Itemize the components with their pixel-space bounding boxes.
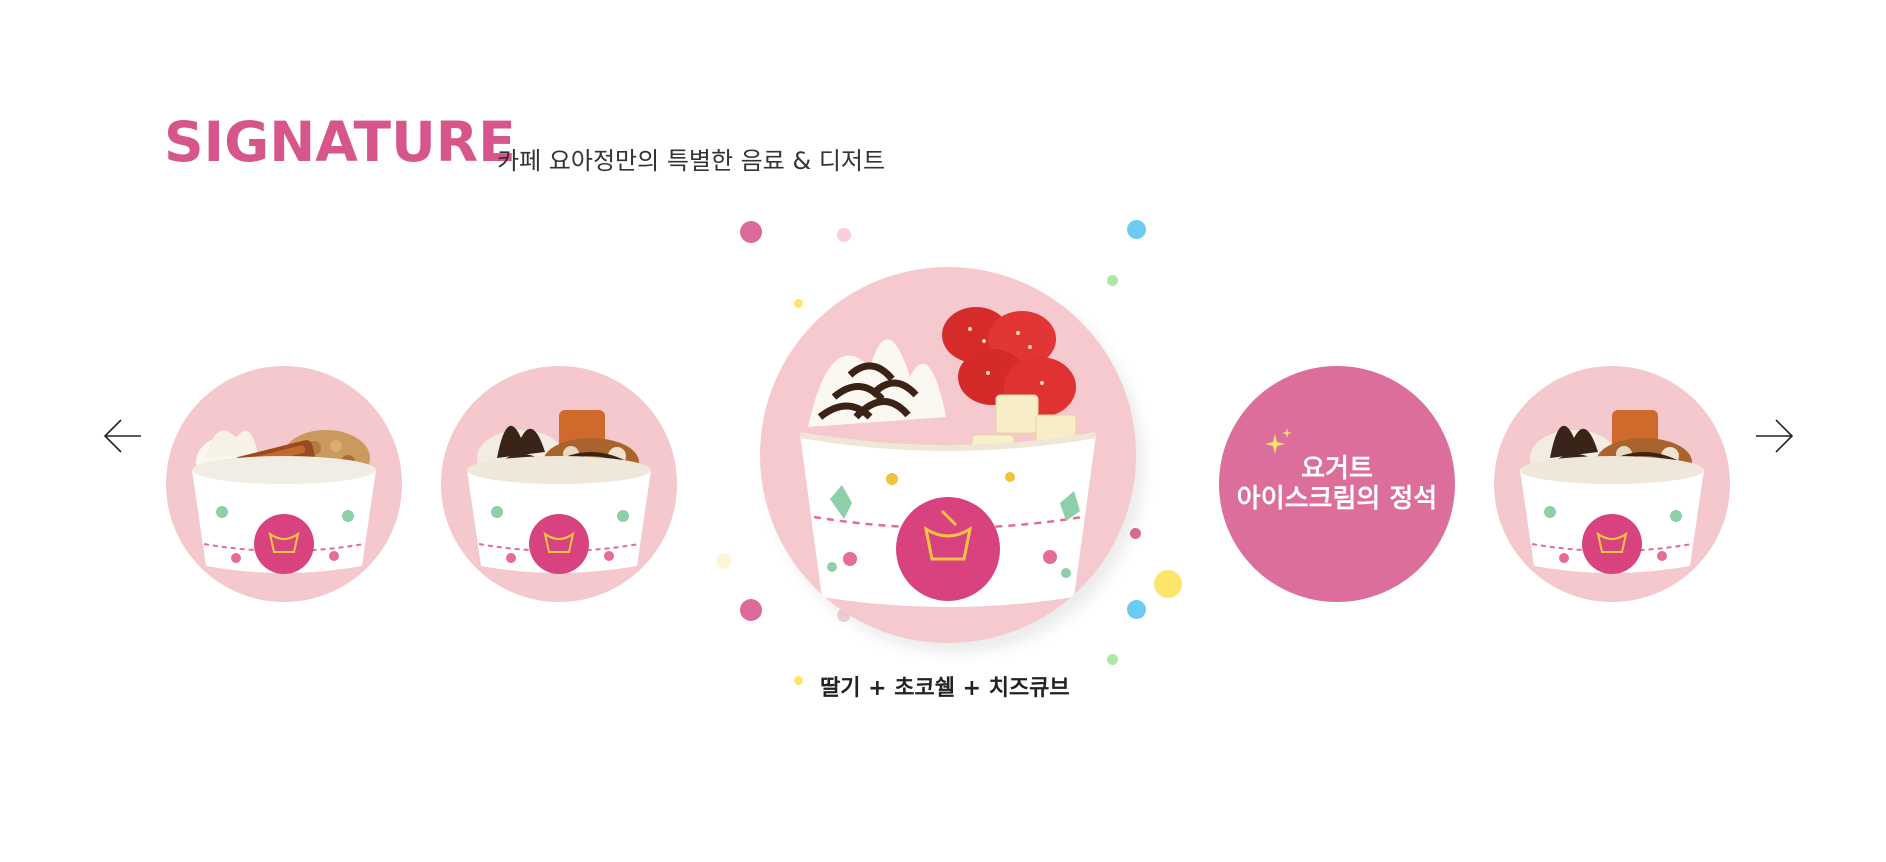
carousel-next-button[interactable] [1754, 418, 1794, 454]
dessert-cup-image [799, 307, 1097, 607]
decor-dot [837, 228, 851, 242]
decor-dot [740, 599, 762, 621]
decor-dot [1127, 220, 1146, 239]
carousel-item-1[interactable] [166, 366, 402, 602]
dessert-cup-image [467, 410, 651, 574]
decor-dot [1130, 528, 1141, 539]
decor-dot [1107, 275, 1118, 286]
dessert-cup-image [1520, 410, 1704, 574]
promo-line-1: 요거트 [1301, 454, 1373, 484]
signature-section: SIGNATURE 카페 요아정만의 특별한 음료 & 디저트 딸기 + 초코쉘… [0, 0, 1886, 862]
decor-dot [740, 221, 762, 243]
arrow-right-icon [1756, 419, 1794, 453]
active-item-caption: 딸기 + 초코쉘 + 치즈큐브 [820, 676, 1070, 701]
decor-dot [1127, 600, 1146, 619]
decor-dot [1154, 570, 1182, 598]
decor-dot [794, 676, 803, 685]
dessert-cup-image [192, 430, 376, 574]
decor-dot [1107, 654, 1118, 665]
section-subtitle: 카페 요아정만의 특별한 음료 & 디저트 [497, 147, 886, 175]
carousel-prev-button[interactable] [103, 418, 143, 454]
decor-dot [716, 553, 732, 569]
carousel-item-2[interactable] [441, 366, 677, 602]
carousel-item-promo[interactable]: 요거트 아이스크림의 정석 [1219, 366, 1455, 602]
carousel-item-5[interactable] [1494, 366, 1730, 602]
promo-line-2: 아이스크림의 정석 [1236, 484, 1438, 514]
sparkle-icon [1265, 428, 1292, 454]
section-title: SIGNATURE [164, 110, 516, 174]
decor-dot [794, 299, 803, 308]
carousel-item-active[interactable] [760, 267, 1136, 643]
arrow-left-icon [103, 419, 141, 453]
